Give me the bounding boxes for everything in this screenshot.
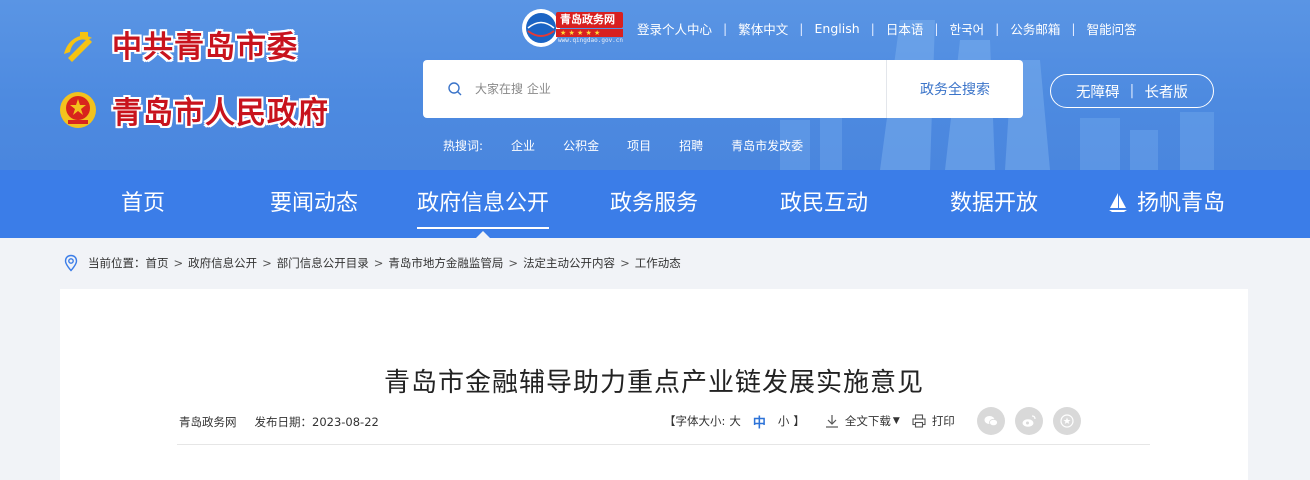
- english-link[interactable]: English: [815, 21, 860, 36]
- hot-word[interactable]: 企业: [511, 137, 535, 154]
- breadcrumb-home[interactable]: 首页: [146, 255, 169, 271]
- favorite-icon: [1060, 414, 1074, 428]
- hot-word[interactable]: 招聘: [679, 137, 703, 154]
- article-source: 青岛政务网: [179, 415, 237, 429]
- breadcrumb-bureau[interactable]: 青岛市地方金融监管局: [388, 255, 503, 271]
- breadcrumb-separator: >: [262, 256, 272, 270]
- separator: |: [799, 20, 804, 36]
- search-input[interactable]: [475, 60, 886, 118]
- search-icon: [448, 82, 462, 96]
- separator: |: [1129, 83, 1135, 99]
- hot-word[interactable]: 青岛市发改委: [731, 137, 803, 154]
- font-size-medium[interactable]: 中: [753, 412, 766, 431]
- share-wechat-button[interactable]: [976, 407, 1005, 435]
- separator: |: [995, 20, 1000, 36]
- search-box: 政务全搜索: [423, 60, 1023, 118]
- site-logo[interactable]: 青岛政务网 ★ ★ ★ ★ ★ www.qingdao.gov.cn: [520, 7, 624, 49]
- site-logo-url: www.qingdao.gov.cn: [558, 36, 624, 44]
- separator: |: [723, 20, 728, 36]
- top-links: 登录个人中心 | 繁体中文 | English | 日本语 | 한국어 | 公务…: [637, 19, 1137, 38]
- site-logo-stars: ★ ★ ★ ★ ★: [556, 28, 624, 37]
- share-weibo-button[interactable]: [1014, 407, 1043, 435]
- nav-item-services[interactable]: 政务服务: [610, 170, 698, 238]
- font-size-large[interactable]: 大: [729, 413, 741, 429]
- party-name: 中共青岛市委: [112, 30, 298, 65]
- breadcrumb-separator: >: [620, 256, 630, 270]
- barrier-free-button[interactable]: 无障碍: [1076, 81, 1120, 102]
- site-logo-box: 青岛政务网 ★ ★ ★ ★ ★ www.qingdao.gov.cn: [556, 11, 624, 45]
- print-label: 打印: [931, 414, 955, 428]
- party-emblem-icon: [64, 32, 92, 62]
- nav-item-open-data[interactable]: 数据开放: [950, 170, 1038, 238]
- gov-name: 青岛市人民政府: [112, 96, 329, 131]
- article-title: 青岛市金融辅导助力重点产业链发展实施意见: [383, 368, 924, 398]
- nav-item-yangfan[interactable]: 扬帆青岛: [1107, 170, 1225, 238]
- login-link[interactable]: 登录个人中心: [637, 19, 712, 38]
- article-meta: 青岛政务网 发布日期：2023-08-22: [179, 414, 379, 430]
- nav-item-gov-info[interactable]: 政府信息公开: [416, 170, 550, 238]
- breadcrumb-separator: >: [508, 256, 519, 270]
- nav-item-interaction[interactable]: 政民互动: [780, 170, 868, 238]
- bracket-open: 【: [664, 414, 676, 428]
- font-size-small[interactable]: 小: [778, 413, 790, 429]
- site-logo-name: 青岛政务网: [556, 11, 624, 28]
- wechat-icon: [984, 416, 998, 427]
- meta-divider: [177, 444, 1150, 445]
- nav-item-news[interactable]: 要闻动态: [270, 170, 358, 238]
- breadcrumb-label: 当前位置：: [88, 256, 146, 270]
- hot-word[interactable]: 公积金: [563, 137, 599, 154]
- font-size-label: 字体大小:: [675, 414, 726, 428]
- nav-item-home[interactable]: 首页: [121, 170, 165, 238]
- font-size-control: 【 字体大小: 大 中 小 】: [664, 412, 805, 431]
- search-button[interactable]: 政务全搜索: [887, 79, 1023, 99]
- breadcrumb-statutory[interactable]: 法定主动公开内容: [523, 255, 615, 271]
- hot-word[interactable]: 项目: [627, 137, 651, 154]
- hot-words-label: 热搜词:: [443, 139, 484, 153]
- print-icon: [912, 414, 926, 428]
- sail-icon: [1108, 193, 1127, 212]
- separator: |: [934, 20, 939, 36]
- gov-brand: 青岛市人民政府: [58, 88, 329, 132]
- breadcrumb: 当前位置： 首页 > 政府信息公开 > 部门信息公开目录 > 青岛市地方金融监管…: [62, 254, 681, 272]
- breadcrumb-separator: >: [373, 256, 384, 270]
- elder-mode-button[interactable]: 长者版: [1144, 81, 1188, 102]
- hot-words: 热搜词: 企业 公积金 项目 招聘 青岛市发改委: [443, 137, 831, 154]
- separator: |: [1071, 20, 1076, 36]
- national-emblem-icon: [60, 92, 96, 128]
- bracket-close: 】: [793, 414, 805, 428]
- print-button[interactable]: 打印: [912, 413, 955, 429]
- party-brand: 中共青岛市委: [58, 22, 298, 66]
- traditional-chinese-link[interactable]: 繁体中文: [738, 19, 788, 38]
- article-tools: 【 字体大小: 大 中 小 】 全文下载 ▼ 打印: [664, 407, 1081, 435]
- breadcrumb-work-news[interactable]: 工作动态: [635, 255, 681, 271]
- breadcrumb-gov-info[interactable]: 政府信息公开: [188, 255, 257, 271]
- caret-down-icon: ▼: [892, 416, 900, 426]
- active-nav-caret: [476, 231, 490, 238]
- location-pin-icon: [64, 254, 78, 272]
- nav-item-label: 扬帆青岛: [1136, 191, 1226, 216]
- download-icon: [825, 415, 838, 428]
- download-label: 全文下载: [844, 414, 891, 428]
- weibo-icon: [1022, 415, 1036, 427]
- share-favorite-button[interactable]: [1052, 407, 1081, 435]
- separator: |: [870, 20, 875, 36]
- official-mail-link[interactable]: 公务邮箱: [1010, 19, 1060, 38]
- korean-link[interactable]: 한국어: [950, 19, 985, 38]
- top-bar: 青岛政务网 ★ ★ ★ ★ ★ www.qingdao.gov.cn 登录个人中…: [520, 6, 1137, 50]
- main-nav: 首页 要闻动态 政府信息公开 政务服务 政民互动 数据开放 扬帆青岛: [0, 170, 1310, 238]
- smart-qa-link[interactable]: 智能问答: [1087, 19, 1137, 38]
- article-card: 青岛市金融辅导助力重点产业链发展实施意见 青岛政务网 发布日期：2023-08-…: [60, 289, 1248, 480]
- download-button[interactable]: 全文下载 ▼: [825, 413, 900, 429]
- accessibility-toggle: 无障碍 | 长者版: [1050, 74, 1214, 108]
- breadcrumb-dept-catalog[interactable]: 部门信息公开目录: [277, 255, 369, 271]
- breadcrumb-separator: >: [173, 256, 184, 270]
- publish-date: 发布日期：2023-08-22: [254, 415, 379, 429]
- japanese-link[interactable]: 日本语: [886, 19, 924, 38]
- site-header: 中共青岛市委 青岛市人民政府 青岛政务网 ★ ★ ★ ★ ★ www.qingd…: [0, 0, 1310, 170]
